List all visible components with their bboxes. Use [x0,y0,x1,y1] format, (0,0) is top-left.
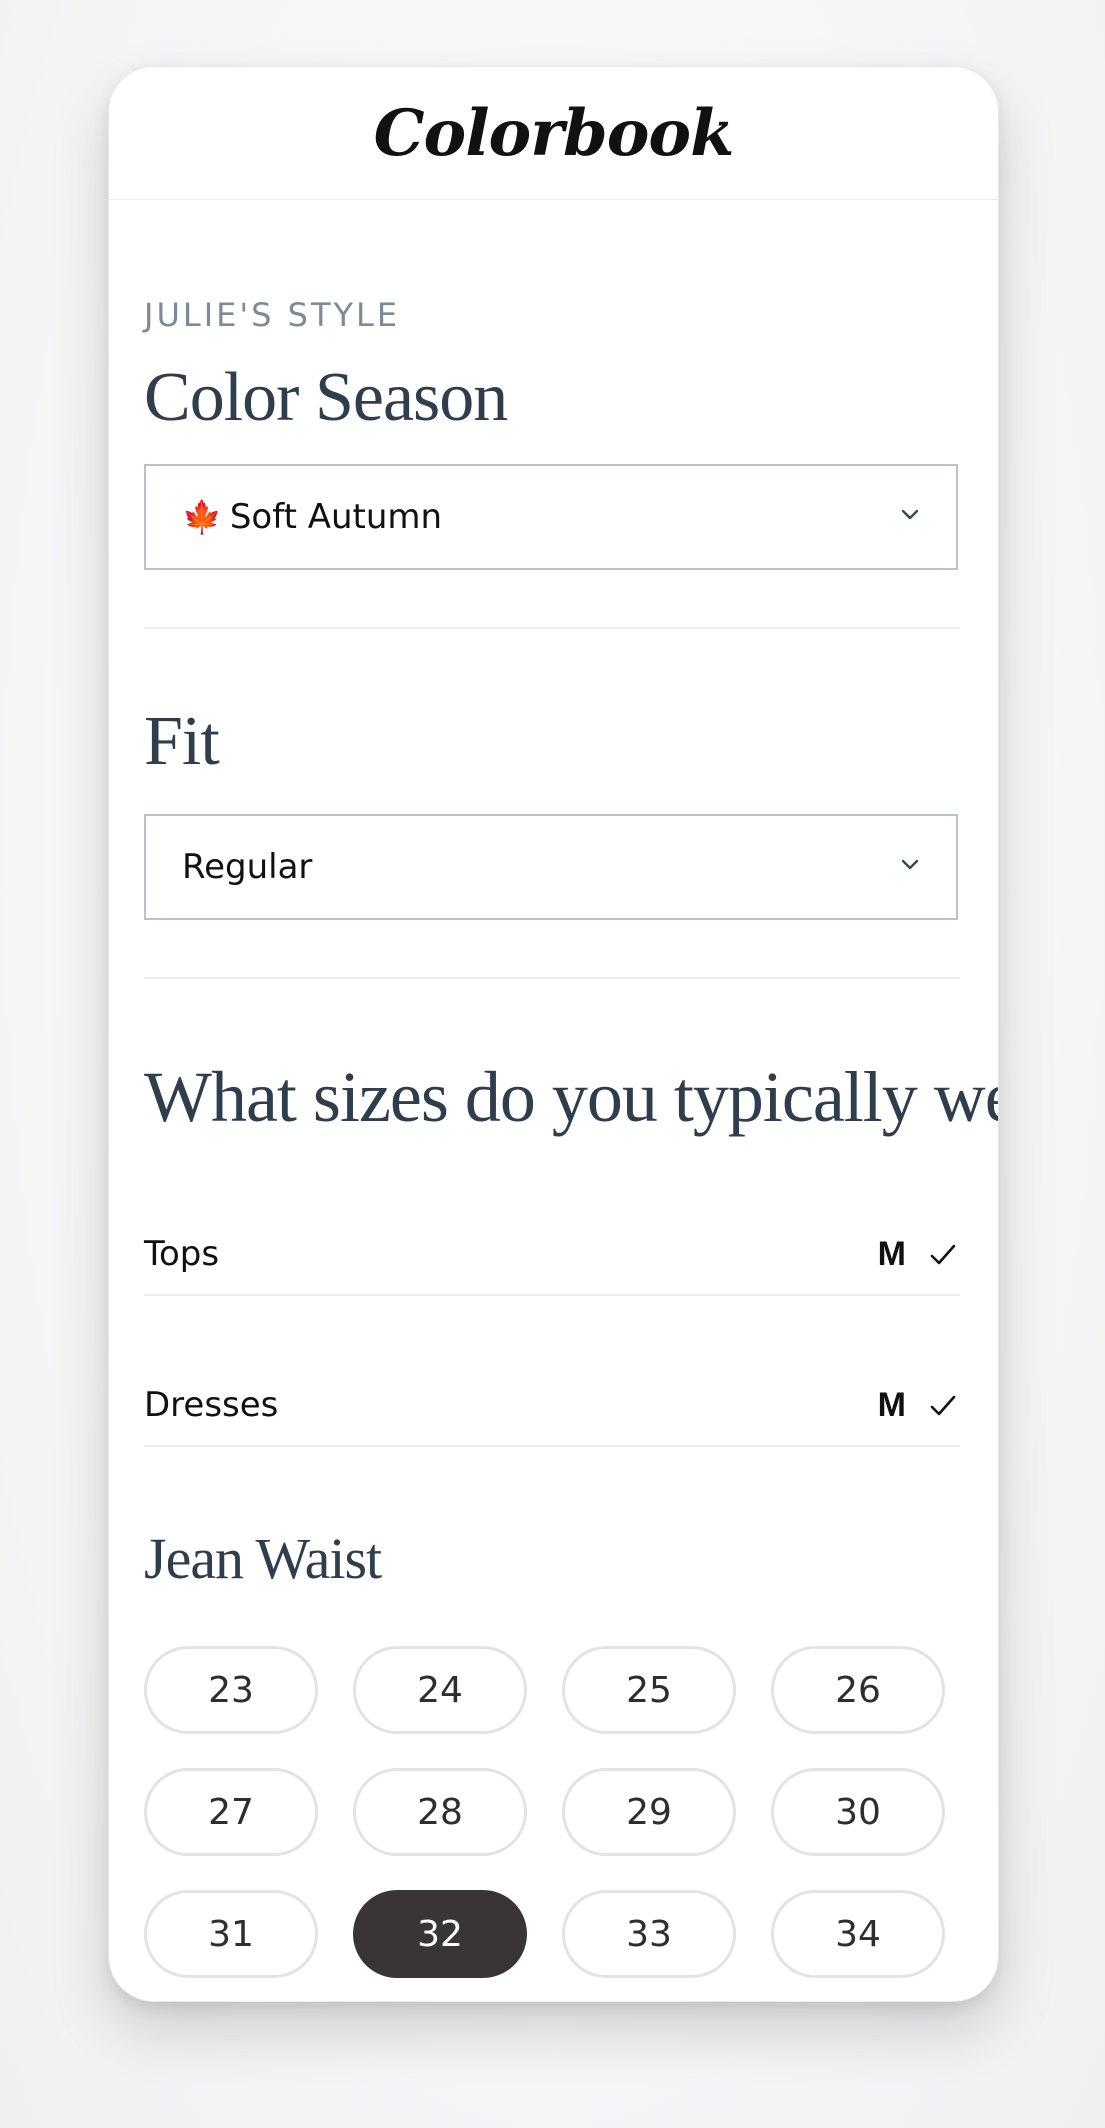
jean-waist-chip-33[interactable]: 33 [562,1890,736,1978]
color-season-select[interactable]: 🍁 Soft Autumn [144,464,958,570]
jean-waist-chip-30[interactable]: 30 [771,1768,945,1856]
size-row-value: M [877,1385,906,1424]
jean-waist-chip-26[interactable]: 26 [771,1646,945,1734]
jean-waist-chip-27[interactable]: 27 [144,1768,318,1856]
jean-waist-chip-32[interactable]: 32 [353,1890,527,1978]
jean-waist-chip-31[interactable]: 31 [144,1890,318,1978]
screen-background: Colorbook JULIE'S STYLE Color Season 🍁 S… [0,0,1105,2128]
jean-waist-chip-28[interactable]: 28 [353,1768,527,1856]
jean-waist-chip-24[interactable]: 24 [353,1646,527,1734]
section-divider [144,627,960,629]
app-header: Colorbook [109,67,998,200]
fit-select[interactable]: Regular [144,814,958,920]
size-row-label: Dresses [144,1385,279,1425]
jean-waist-chip-23[interactable]: 23 [144,1646,318,1734]
jean-waist-title: Jean Waist [144,1526,382,1591]
checkmark-icon [930,1395,956,1416]
jean-waist-chip-34[interactable]: 34 [771,1890,945,1978]
size-row-tops[interactable]: Tops M [144,1214,960,1296]
maple-leaf-icon: 🍁 [182,498,222,536]
app-window: Colorbook JULIE'S STYLE Color Season 🍁 S… [108,66,999,2002]
chevron-down-icon [901,859,919,870]
size-row-value: M [877,1234,906,1273]
fit-value: Regular [182,847,313,887]
profile-eyebrow: JULIE'S STYLE [144,296,401,334]
chevron-down-icon [901,509,919,520]
app-logo[interactable]: Colorbook [374,96,735,171]
checkmark-icon [930,1244,956,1265]
size-row-label: Tops [144,1234,220,1274]
section-divider [144,977,960,979]
jean-waist-chip-25[interactable]: 25 [562,1646,736,1734]
fit-title: Fit [144,703,220,780]
size-row-dresses[interactable]: Dresses M [144,1365,960,1447]
jean-waist-chip-29[interactable]: 29 [562,1768,736,1856]
color-season-title: Color Season [144,359,508,436]
sizes-title: What sizes do you typically wear? [144,1057,998,1137]
color-season-value: Soft Autumn [229,497,443,537]
